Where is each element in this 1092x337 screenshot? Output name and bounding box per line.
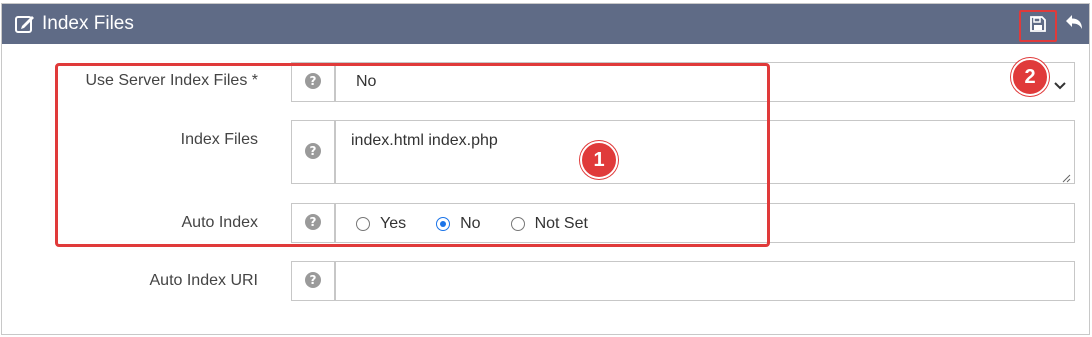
radio-not-set[interactable] [510,217,525,231]
annotation-badge-1: 1 [580,141,618,179]
use-server-index-select[interactable]: No [335,62,1075,102]
index-files-textarea[interactable]: index.html index.php [335,120,1075,184]
annotation-badge-2: 2 [1011,58,1049,96]
auto-index-option-not-set[interactable]: Not Set [510,215,588,233]
auto-index-option-no[interactable]: No [436,215,481,233]
use-server-index-value: No [356,73,377,90]
undo-icon [1064,14,1084,37]
panel-title: Index Files [42,13,134,34]
auto-index-uri-input[interactable] [335,261,1075,301]
help-icon: ? [305,73,321,89]
panel-header: Index Files [2,4,1089,44]
help-icon: ? [305,143,321,159]
help-icon: ? [305,272,321,288]
auto-index-radio-group: Yes No Not Set [335,203,1075,243]
auto-index-help[interactable]: ? [291,203,335,243]
radio-yes[interactable] [356,217,370,231]
auto-index-label: Auto Index [181,214,259,231]
index-files-value: index.html index.php [351,132,498,149]
resize-handle-icon[interactable] [1061,170,1071,183]
auto-index-options: Yes No Not Set [356,215,618,233]
radio-not-set-label: Not Set [534,215,588,232]
auto-index-uri-help[interactable]: ? [291,261,335,301]
use-server-index-help[interactable]: ? [291,62,335,102]
header-title-wrap: Index Files [14,13,134,35]
index-files-panel: Index Files Use Server Index Files * ? N… [1,3,1090,335]
use-server-index-label: Use Server Index Files * [85,72,258,89]
radio-no-label: No [460,215,481,232]
auto-index-option-yes[interactable]: Yes [356,215,406,233]
auto-index-uri-label: Auto Index URI [149,272,259,289]
edit-icon [14,13,36,35]
radio-no[interactable] [436,217,451,231]
help-icon: ? [305,214,321,230]
radio-yes-label: Yes [380,215,407,232]
undo-button[interactable] [1062,14,1086,36]
chevron-down-icon [1054,77,1066,90]
index-files-label: Index Files [180,131,258,148]
index-files-help[interactable]: ? [291,120,335,184]
save-icon [1030,15,1046,37]
save-button[interactable] [1019,10,1057,42]
